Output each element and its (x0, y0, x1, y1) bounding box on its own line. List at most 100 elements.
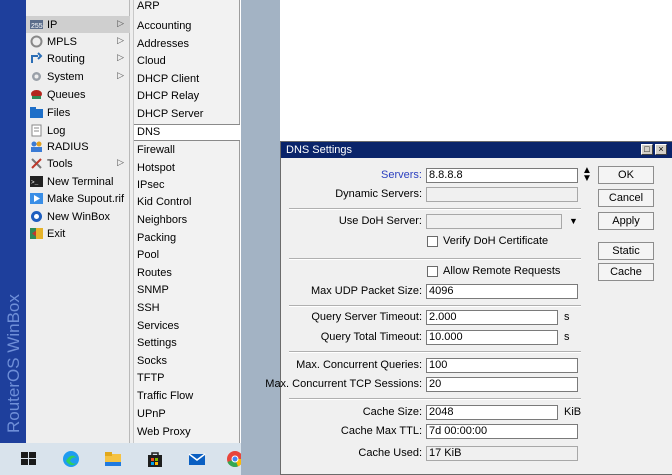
submenu-item-neighbors[interactable]: Neighbors (134, 212, 240, 229)
winbox-brand-bar: RouterOS WinBox (0, 0, 26, 443)
dynamic-servers-field (426, 187, 578, 202)
verify-doh-certificate-label: Verify DoH Certificate (443, 235, 549, 247)
submenu-item-packing[interactable]: Packing (134, 230, 240, 247)
submenu-item-snmp[interactable]: SNMP (134, 282, 240, 299)
static-button[interactable]: Static (598, 242, 654, 260)
main-menu-item-mpls[interactable]: MPLS ▷ (26, 33, 130, 50)
main-menu-item-log[interactable]: Log (26, 122, 130, 139)
main-menu-item-ip[interactable]: 255 IP ▷ (26, 16, 130, 33)
cache-size-label: Cache Size: (362, 406, 422, 418)
desktop-background (241, 0, 280, 475)
submenu-item-ssh[interactable]: SSH (134, 300, 240, 317)
apply-button[interactable]: Apply (598, 212, 654, 230)
submenu-item-upnp[interactable]: UPnP (134, 406, 240, 423)
main-menu: 255 IP ▷ MPLS ▷ Routing ▷ System ▷ Queue… (26, 0, 130, 443)
max-concurrent-queries-label: Max. Concurrent Queries: (296, 359, 422, 371)
main-menu-item-label: Log (47, 124, 66, 137)
main-menu-item-queues[interactable]: Queues (26, 86, 130, 103)
window-title: DNS Settings (286, 144, 353, 156)
svg-text:>_: >_ (31, 179, 39, 186)
query-total-timeout-label: Query Total Timeout: (320, 331, 422, 343)
routing-icon (30, 52, 43, 65)
main-menu-item-make-supout[interactable]: Make Supout.rif (26, 190, 130, 207)
main-menu-item-label: Exit (47, 227, 66, 240)
submenu-item-pool[interactable]: Pool (134, 247, 240, 264)
submenu-item-arp[interactable]: ARP (134, 0, 240, 15)
cache-size-field[interactable]: 2048 (426, 405, 558, 420)
dns-settings-window: DNS Settings □ × Servers: 8.8.8.8 ▲ ▼ Dyn… (265, 141, 672, 475)
servers-field[interactable]: 8.8.8.8 (426, 168, 578, 183)
separator (289, 258, 581, 260)
submenu-item-kid-control[interactable]: Kid Control (134, 194, 240, 211)
allow-remote-requests-checkbox[interactable] (427, 266, 438, 277)
window-title-bar[interactable]: DNS Settings □ × (281, 142, 672, 158)
ip-icon: 255 (30, 18, 43, 31)
main-menu-item-label: New Terminal (47, 175, 114, 188)
routeros-winbox-brand: RouterOS WinBox (4, 294, 23, 433)
use-doh-server-field[interactable] (426, 214, 562, 229)
main-menu-item-label: Tools (47, 157, 73, 170)
query-total-timeout-unit: s (564, 331, 570, 343)
cache-size-unit: KiB (564, 406, 582, 418)
main-menu-item-label: IP (47, 18, 58, 31)
max-concurrent-queries-field[interactable]: 100 (426, 358, 578, 373)
max-udp-packet-size-field[interactable]: 4096 (426, 284, 578, 299)
cancel-button[interactable]: Cancel (598, 189, 654, 207)
cache-button[interactable]: Cache (598, 263, 654, 281)
close-icon[interactable]: × (655, 144, 667, 155)
allow-remote-requests-label: Allow Remote Requests (443, 265, 561, 277)
chrome-icon[interactable] (226, 450, 241, 468)
main-menu-item-files[interactable]: Files (26, 104, 130, 121)
submenu-item-ipsec[interactable]: IPsec (134, 177, 240, 194)
main-menu-item-new-winbox[interactable]: New WinBox (26, 208, 130, 225)
submenu-item-accounting[interactable]: Accounting (134, 18, 240, 35)
servers-label: Servers: (381, 169, 422, 181)
tools-icon (30, 157, 43, 170)
submenu-item-dhcp-client[interactable]: DHCP Client (134, 71, 240, 88)
submenu-item-routes[interactable]: Routes (134, 265, 240, 282)
servers-add-remove-icon[interactable]: ▲ ▼ (582, 166, 592, 184)
main-menu-item-new-terminal[interactable]: >_ New Terminal (26, 173, 130, 190)
submenu-item-services[interactable]: Services (134, 318, 240, 335)
submenu-arrow-icon: ▷ (117, 52, 124, 62)
submenu-item-dns[interactable]: DNS (134, 124, 240, 141)
main-menu-item-system[interactable]: System ▷ (26, 68, 130, 85)
main-menu-item-exit[interactable]: Exit (26, 225, 130, 242)
submenu-item-settings[interactable]: Settings (134, 335, 240, 352)
cache-used-field: 17 KiB (426, 446, 578, 461)
queues-icon (30, 88, 43, 101)
submenu-arrow-icon: ▷ (117, 157, 124, 167)
max-udp-packet-size-label: Max UDP Packet Size: (310, 285, 422, 297)
mail-icon[interactable] (188, 450, 206, 468)
edge-browser-icon[interactable] (62, 450, 80, 468)
submenu-item-web-proxy[interactable]: Web Proxy (134, 424, 240, 441)
submenu-item-firewall[interactable]: Firewall (134, 142, 240, 159)
submenu-item-hotspot[interactable]: Hotspot (134, 160, 240, 177)
folder-icon (30, 106, 43, 119)
windows-start-icon[interactable] (20, 450, 38, 468)
query-server-timeout-field[interactable]: 2.000 (426, 310, 558, 325)
restore-icon[interactable]: □ (641, 144, 653, 155)
main-menu-item-radius[interactable]: RADIUS (26, 138, 130, 155)
main-menu-item-routing[interactable]: Routing ▷ (26, 50, 130, 67)
file-explorer-icon[interactable] (104, 450, 122, 468)
query-total-timeout-field[interactable]: 10.000 (426, 330, 558, 345)
verify-doh-certificate-checkbox[interactable] (427, 236, 438, 247)
chevron-down-icon[interactable]: ▼ (569, 214, 578, 229)
main-menu-item-tools[interactable]: Tools ▷ (26, 155, 130, 172)
submenu-item-dhcp-relay[interactable]: DHCP Relay (134, 88, 240, 105)
radius-icon (30, 140, 43, 153)
cache-max-ttl-field[interactable]: 7d 00:00:00 (426, 424, 578, 439)
ok-button[interactable]: OK (598, 166, 654, 184)
submenu-item-addresses[interactable]: Addresses (134, 36, 240, 53)
submenu-item-cloud[interactable]: Cloud (134, 53, 240, 70)
submenu-item-socks[interactable]: Socks (134, 353, 240, 370)
store-icon[interactable] (146, 450, 164, 468)
submenu-item-dhcp-server[interactable]: DHCP Server (134, 106, 240, 123)
submenu-item-traffic-flow[interactable]: Traffic Flow (134, 388, 240, 405)
max-concurrent-tcp-sessions-field[interactable]: 20 (426, 377, 578, 392)
submenu-item-tftp[interactable]: TFTP (134, 370, 240, 387)
brand-text: RouterOS WinBox (4, 294, 23, 433)
main-menu-item-label: Routing (47, 52, 85, 65)
main-menu-item-label: RADIUS (47, 140, 89, 153)
